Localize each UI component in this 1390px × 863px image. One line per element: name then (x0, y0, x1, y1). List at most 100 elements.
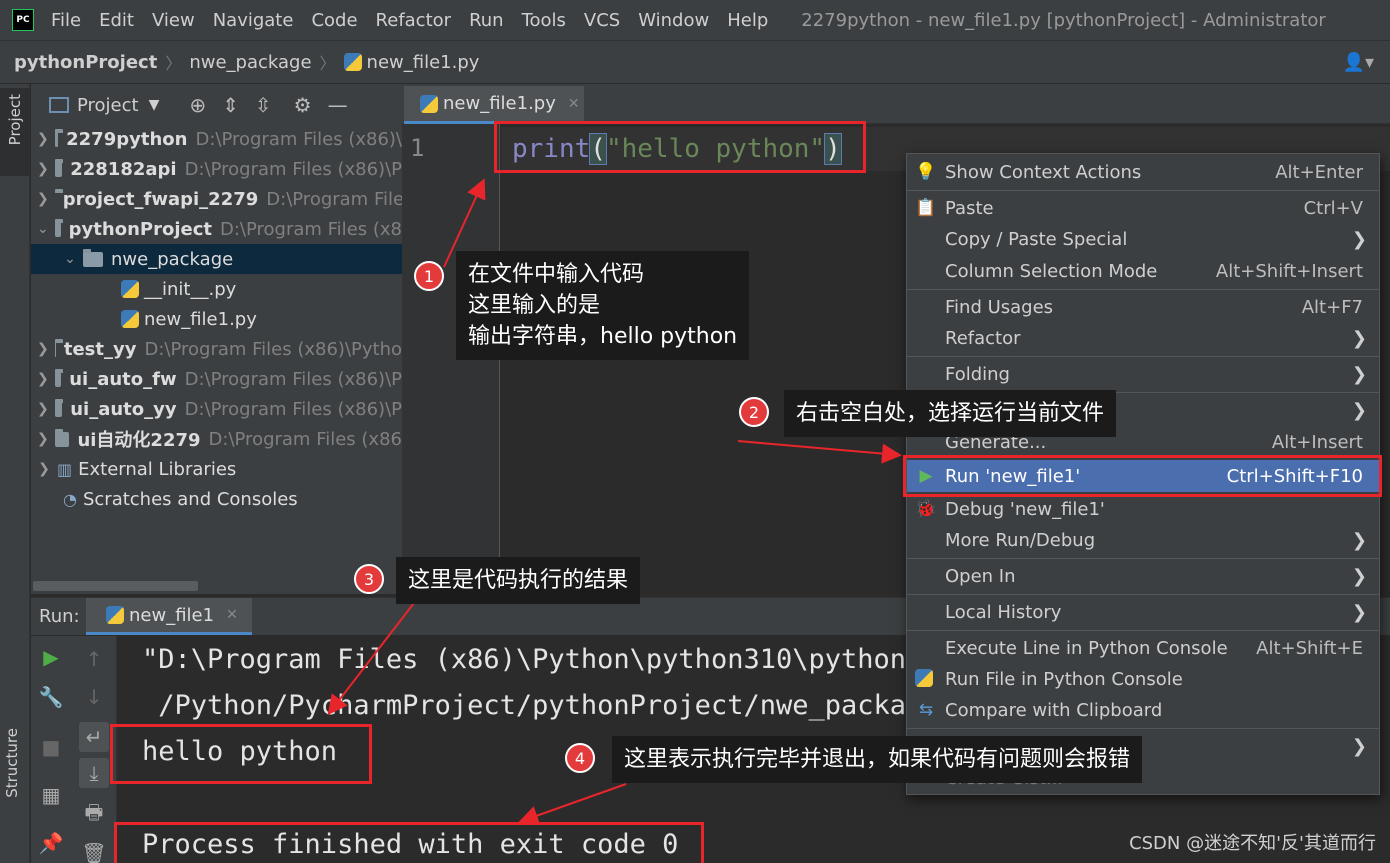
menu-item-open-in[interactable]: Open In ❯ (907, 560, 1379, 592)
stop-icon[interactable]: ■ (36, 732, 66, 762)
menu-tools[interactable]: Tools (513, 10, 575, 31)
menu-view[interactable]: View (143, 10, 204, 31)
python-file-icon (420, 94, 438, 113)
annotation-callout-3: 这里是代码执行的结果 (396, 557, 641, 604)
menu-item-folding[interactable]: Folding ❯ (907, 358, 1379, 390)
menu-navigate[interactable]: Navigate (204, 10, 303, 31)
run-tab-new-file1[interactable]: new_file1 ✕ (86, 598, 252, 635)
tree-item[interactable]: ❯ 228182api D:\Program Files (x86)\P (31, 154, 402, 184)
python-file-icon (343, 53, 362, 71)
menu-item-more-run-debug[interactable]: More Run/Debug ❯ (907, 524, 1379, 556)
submenu-arrow-icon: ❯ (1351, 565, 1367, 587)
soft-wrap-icon[interactable]: ↵ (79, 722, 109, 752)
tree-item[interactable]: ❯ 2279python D:\Program Files (x86)\ (31, 124, 402, 154)
minimize-icon[interactable]: — (328, 93, 348, 117)
menu-item-execute-line-console[interactable]: Execute Line in Python Console Alt+Shift… (907, 632, 1379, 664)
submenu-arrow-icon: ❯ (1351, 529, 1367, 551)
run-panel-label: Run: (39, 606, 80, 627)
tree-item-selected[interactable]: ⌄ nwe_package (31, 244, 402, 274)
arrow-down-icon[interactable]: ↓ (79, 682, 109, 712)
compare-icon: ⇆ (918, 700, 934, 720)
arrow-up-icon[interactable]: ↑ (79, 644, 109, 674)
tree-item[interactable]: __init__.py (31, 274, 402, 304)
user-icon[interactable]: 👤▾ (1343, 52, 1374, 73)
menu-item-local-history[interactable]: Local History ❯ (907, 596, 1379, 628)
chevron-right-icon[interactable]: ❯ (37, 191, 49, 207)
chevron-right-icon[interactable]: ❯ (37, 431, 49, 447)
menu-separator (907, 558, 1379, 559)
editor-tab-new-file1[interactable]: new_file1.py ✕ (404, 86, 584, 124)
menu-item-run-file-console[interactable]: Run File in Python Console (907, 663, 1379, 695)
locate-icon[interactable]: ⊕ (189, 93, 206, 117)
pin-icon[interactable]: 📌 (36, 828, 66, 858)
submenu-arrow-icon: ❯ (1351, 363, 1367, 385)
annotation-box-output (110, 724, 372, 784)
close-icon[interactable]: ✕ (568, 96, 580, 112)
project-panel-title[interactable]: Project (77, 95, 139, 116)
tree-item[interactable]: ❯ ui_auto_yy D:\Program Files (x86)\P (31, 394, 402, 424)
breadcrumb-file[interactable]: new_file1.py (367, 52, 480, 73)
expand-all-icon[interactable]: ⇕ (222, 93, 239, 117)
menu-item-column-selection-mode[interactable]: Column Selection Mode Alt+Shift+Insert (907, 255, 1379, 287)
console-command-line: "D:\Program Files (x86)\Python\python310… (142, 644, 923, 675)
chevron-right-icon[interactable]: ❯ (37, 161, 49, 177)
submenu-arrow-icon: ❯ (1351, 228, 1367, 250)
scroll-to-end-icon[interactable]: ⤓ (79, 758, 109, 788)
menu-help[interactable]: Help (718, 10, 777, 31)
menu-vcs[interactable]: VCS (575, 10, 629, 31)
wrench-icon[interactable]: 🔧 (36, 682, 66, 712)
chevron-right-icon[interactable]: ❯ (37, 371, 49, 387)
menu-file[interactable]: File (42, 10, 90, 31)
structure-side-tab[interactable]: Structure (3, 728, 21, 798)
bulb-icon: 💡 (915, 162, 937, 182)
annotation-callout-2: 右击空白处，选择运行当前文件 (784, 390, 1117, 437)
menu-item-find-usages[interactable]: Find Usages Alt+F7 (907, 291, 1379, 323)
folder-icon (54, 218, 63, 237)
rerun-icon[interactable]: ▶ (36, 642, 66, 672)
run-tab-label: new_file1 (129, 604, 215, 626)
library-icon: ▥ (57, 459, 73, 479)
tree-item[interactable]: ❯ project_fwapi_2279 D:\Program File (31, 184, 402, 214)
close-icon[interactable]: ✕ (226, 607, 238, 623)
collapse-all-icon[interactable]: ⇳ (255, 93, 272, 117)
line-number: 1 (410, 134, 425, 162)
menu-item-refactor[interactable]: Refactor ❯ (907, 322, 1379, 354)
menu-item-paste[interactable]: 📋 Paste Ctrl+V (907, 192, 1379, 224)
tree-item[interactable]: ❯ ▥ External Libraries (31, 454, 402, 484)
chevron-right-icon[interactable]: ❯ (37, 401, 49, 417)
tree-item[interactable]: ⌄ pythonProject D:\Program Files (x8 (31, 214, 402, 244)
horizontal-scrollbar[interactable] (33, 581, 198, 591)
menu-edit[interactable]: Edit (90, 10, 143, 31)
menu-item-show-context-actions[interactable]: 💡 Show Context Actions Alt+Enter (907, 156, 1379, 188)
chevron-right-icon[interactable]: ❯ (37, 461, 51, 477)
tree-item[interactable]: ❯ ui自动化2279 D:\Program Files (x86 (31, 424, 402, 454)
menu-separator (907, 190, 1379, 191)
project-side-tab[interactable]: Project (0, 88, 30, 176)
submenu-arrow-icon: ❯ (1351, 399, 1367, 421)
menu-run[interactable]: Run (460, 10, 513, 31)
structure-side-tab-label: Structure (3, 728, 21, 798)
trash-icon[interactable]: 🗑 (79, 838, 109, 863)
dropdown-arrow-icon[interactable]: ▼ (149, 97, 160, 113)
layout-icon[interactable]: ▦ (36, 780, 66, 810)
breadcrumb-project[interactable]: pythonProject (14, 52, 157, 73)
chevron-right-icon[interactable]: ❯ (37, 341, 49, 357)
menu-item-copy-paste-special[interactable]: Copy / Paste Special ❯ (907, 223, 1379, 255)
gear-icon[interactable]: ⚙ (294, 93, 312, 117)
menu-window[interactable]: Window (629, 10, 718, 31)
tree-item[interactable]: ❯ ui_auto_fw D:\Program Files (x86)\P (31, 364, 402, 394)
chevron-right-icon[interactable]: ❯ (37, 131, 49, 147)
menu-item-compare-clipboard[interactable]: ⇆ Compare with Clipboard (907, 694, 1379, 726)
menu-refactor[interactable]: Refactor (367, 10, 461, 31)
menu-code[interactable]: Code (302, 10, 366, 31)
print-icon[interactable]: 🖶 (79, 800, 109, 830)
tree-item[interactable]: ❯ test_yy D:\Program Files (x86)\Pytho (31, 334, 402, 364)
package-folder-icon (83, 248, 103, 267)
python-icon (914, 668, 933, 687)
breadcrumb-package[interactable]: nwe_package (189, 52, 311, 73)
tree-item[interactable]: ◔ Scratches and Consoles (31, 484, 402, 514)
menu-item-debug-new-file1[interactable]: 🐞 Debug 'new_file1' (907, 493, 1379, 525)
chevron-down-icon[interactable]: ⌄ (37, 221, 49, 237)
chevron-down-icon[interactable]: ⌄ (63, 251, 77, 267)
tree-item[interactable]: new_file1.py (31, 304, 402, 334)
